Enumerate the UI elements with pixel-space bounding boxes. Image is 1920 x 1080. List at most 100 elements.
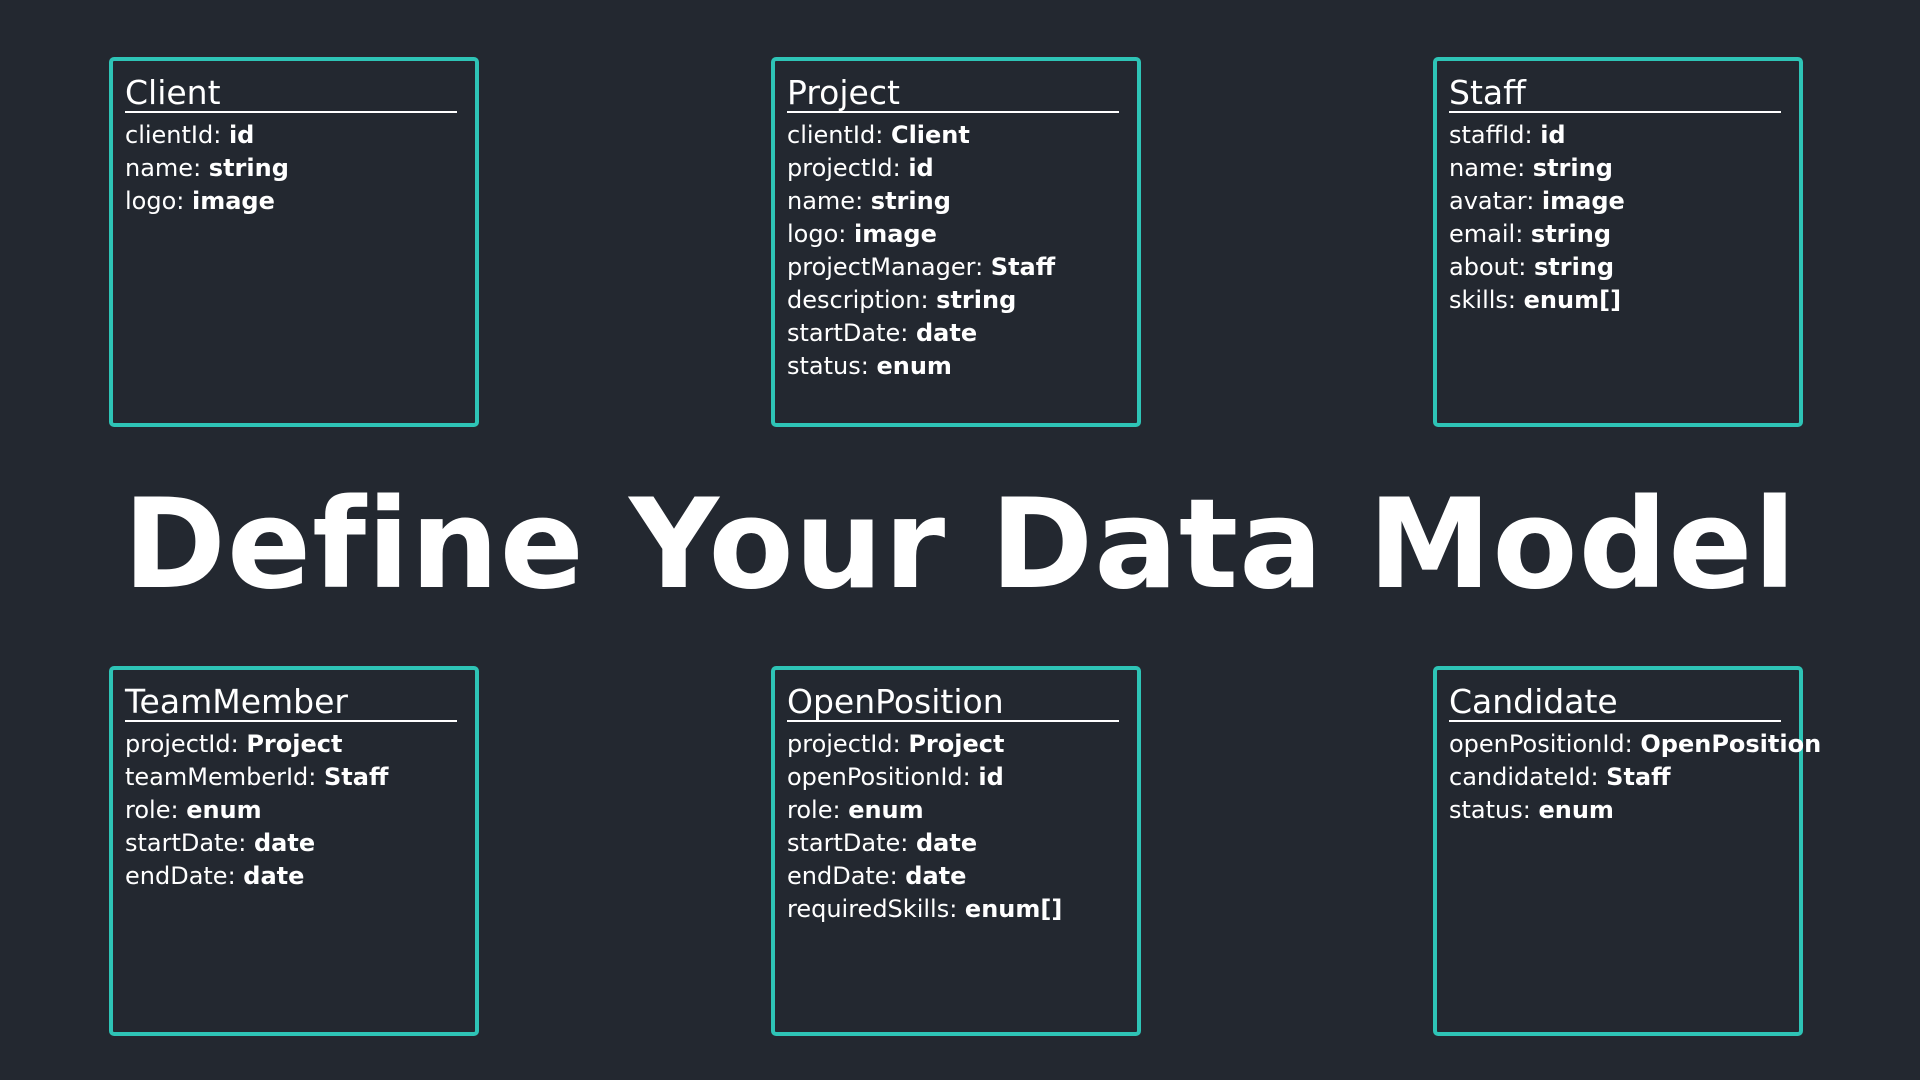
field-separator: :: [1522, 796, 1539, 824]
field-separator: :: [892, 730, 909, 758]
entity-box-team-member: TeamMember projectId: Project teamMemberI…: [109, 666, 479, 1036]
field-row: clientId: Client: [787, 119, 1125, 152]
field-row: role: enum: [787, 794, 1125, 827]
field-separator: :: [1518, 253, 1534, 281]
field-separator: :: [1524, 121, 1541, 149]
field-separator: :: [900, 829, 916, 857]
entity-box-candidate: Candidate openPositionId: OpenPosition ca…: [1433, 666, 1821, 1036]
field-row: email: string: [1449, 218, 1787, 251]
field-list: projectId: Project teamMemberId: Staff rol…: [125, 728, 463, 893]
entity-title: Candidate: [1449, 684, 1781, 722]
entity-title: TeamMember: [125, 684, 457, 722]
field-type: Project: [246, 730, 343, 758]
field-row: logo: image: [787, 218, 1125, 251]
field-type: string: [1532, 154, 1613, 182]
field-type: id: [978, 763, 1004, 791]
field-separator: :: [176, 187, 192, 215]
field-separator: :: [238, 829, 254, 857]
field-row: projectId: id: [787, 152, 1125, 185]
field-name: openPositionId: [787, 763, 963, 791]
field-separator: :: [227, 862, 244, 890]
field-row: status: enum: [1449, 794, 1787, 827]
entity-title: Project: [787, 75, 1119, 113]
entity-box-client: Client clientId: id name: string logo: ima…: [109, 57, 479, 427]
field-name: about: [1449, 253, 1519, 281]
field-row: avatar: image: [1449, 185, 1787, 218]
field-row: projectId: Project: [125, 728, 463, 761]
field-row: clientId: id: [125, 119, 463, 152]
field-type: enum: [186, 796, 262, 824]
field-type: enum[]: [1523, 286, 1622, 314]
field-name: role: [787, 796, 833, 824]
field-list: projectId: Project openPositionId: id role…: [787, 728, 1125, 926]
field-name: name: [125, 154, 194, 182]
field-name: teamMemberId: [125, 763, 309, 791]
field-row: candidateId: Staff: [1449, 761, 1787, 794]
field-type: enum: [848, 796, 924, 824]
field-name: endDate: [125, 862, 228, 890]
field-type: id: [908, 154, 934, 182]
field-separator: :: [308, 763, 325, 791]
field-type: date: [915, 319, 978, 347]
field-separator: :: [855, 187, 871, 215]
field-separator: :: [1526, 187, 1542, 215]
field-name: clientId: [787, 121, 876, 149]
field-type: image: [192, 187, 275, 215]
field-name: logo: [787, 220, 839, 248]
field-separator: :: [213, 121, 229, 149]
field-type: Project: [908, 730, 1005, 758]
field-row: endDate: date: [125, 860, 463, 893]
field-separator: :: [949, 895, 965, 923]
field-row: about: string: [1449, 251, 1787, 284]
field-type: id: [1540, 121, 1566, 149]
entity-title: OpenPosition: [787, 684, 1119, 722]
field-type: image: [1541, 187, 1625, 215]
field-name: email: [1449, 220, 1516, 248]
field-type: Staff: [990, 253, 1056, 281]
field-name: avatar: [1449, 187, 1527, 215]
field-separator: :: [832, 796, 849, 824]
field-separator: :: [170, 796, 187, 824]
field-type: date: [905, 862, 967, 890]
field-name: requiredSkills: [787, 895, 950, 923]
field-type: string: [870, 187, 951, 215]
field-row: name: string: [1449, 152, 1787, 185]
field-separator: :: [920, 286, 937, 314]
entity-box-staff: Staff staffId: id name: string avatar: ima…: [1433, 57, 1803, 427]
field-name: endDate: [787, 862, 890, 890]
field-separator: :: [975, 253, 991, 281]
field-separator: :: [875, 121, 891, 149]
field-name: projectId: [787, 730, 893, 758]
field-separator: :: [1517, 154, 1533, 182]
field-separator: :: [962, 763, 979, 791]
field-type: Staff: [1606, 763, 1671, 791]
field-type: Client: [890, 121, 970, 149]
field-separator: :: [900, 319, 916, 347]
field-list: clientId: id name: string logo: image: [125, 119, 463, 218]
field-separator: :: [1624, 730, 1641, 758]
field-name: clientId: [125, 121, 214, 149]
field-separator: :: [892, 154, 909, 182]
field-row: teamMemberId: Staff: [125, 761, 463, 794]
field-row: startDate: date: [787, 827, 1125, 860]
field-name: status: [1449, 796, 1523, 824]
field-separator: :: [1515, 220, 1531, 248]
field-list: clientId: Client projectId: id name: strin…: [787, 119, 1125, 383]
field-row: projectManager: Staff: [787, 251, 1125, 284]
field-name: name: [787, 187, 856, 215]
field-separator: :: [889, 862, 906, 890]
field-row: status: enum: [787, 350, 1125, 383]
entity-title: Client: [125, 75, 457, 113]
field-row: requiredSkills: enum[]: [787, 893, 1125, 926]
main-title: Define Your Data Model: [123, 473, 1797, 617]
field-type: string: [936, 286, 1017, 314]
field-name: candidateId: [1449, 763, 1591, 791]
field-type: date: [253, 829, 316, 857]
field-type: enum: [1538, 796, 1614, 824]
field-name: logo: [125, 187, 177, 215]
field-separator: :: [230, 730, 247, 758]
field-name: name: [1449, 154, 1518, 182]
field-row: name: string: [125, 152, 463, 185]
field-type: string: [1533, 253, 1615, 281]
field-name: role: [125, 796, 171, 824]
